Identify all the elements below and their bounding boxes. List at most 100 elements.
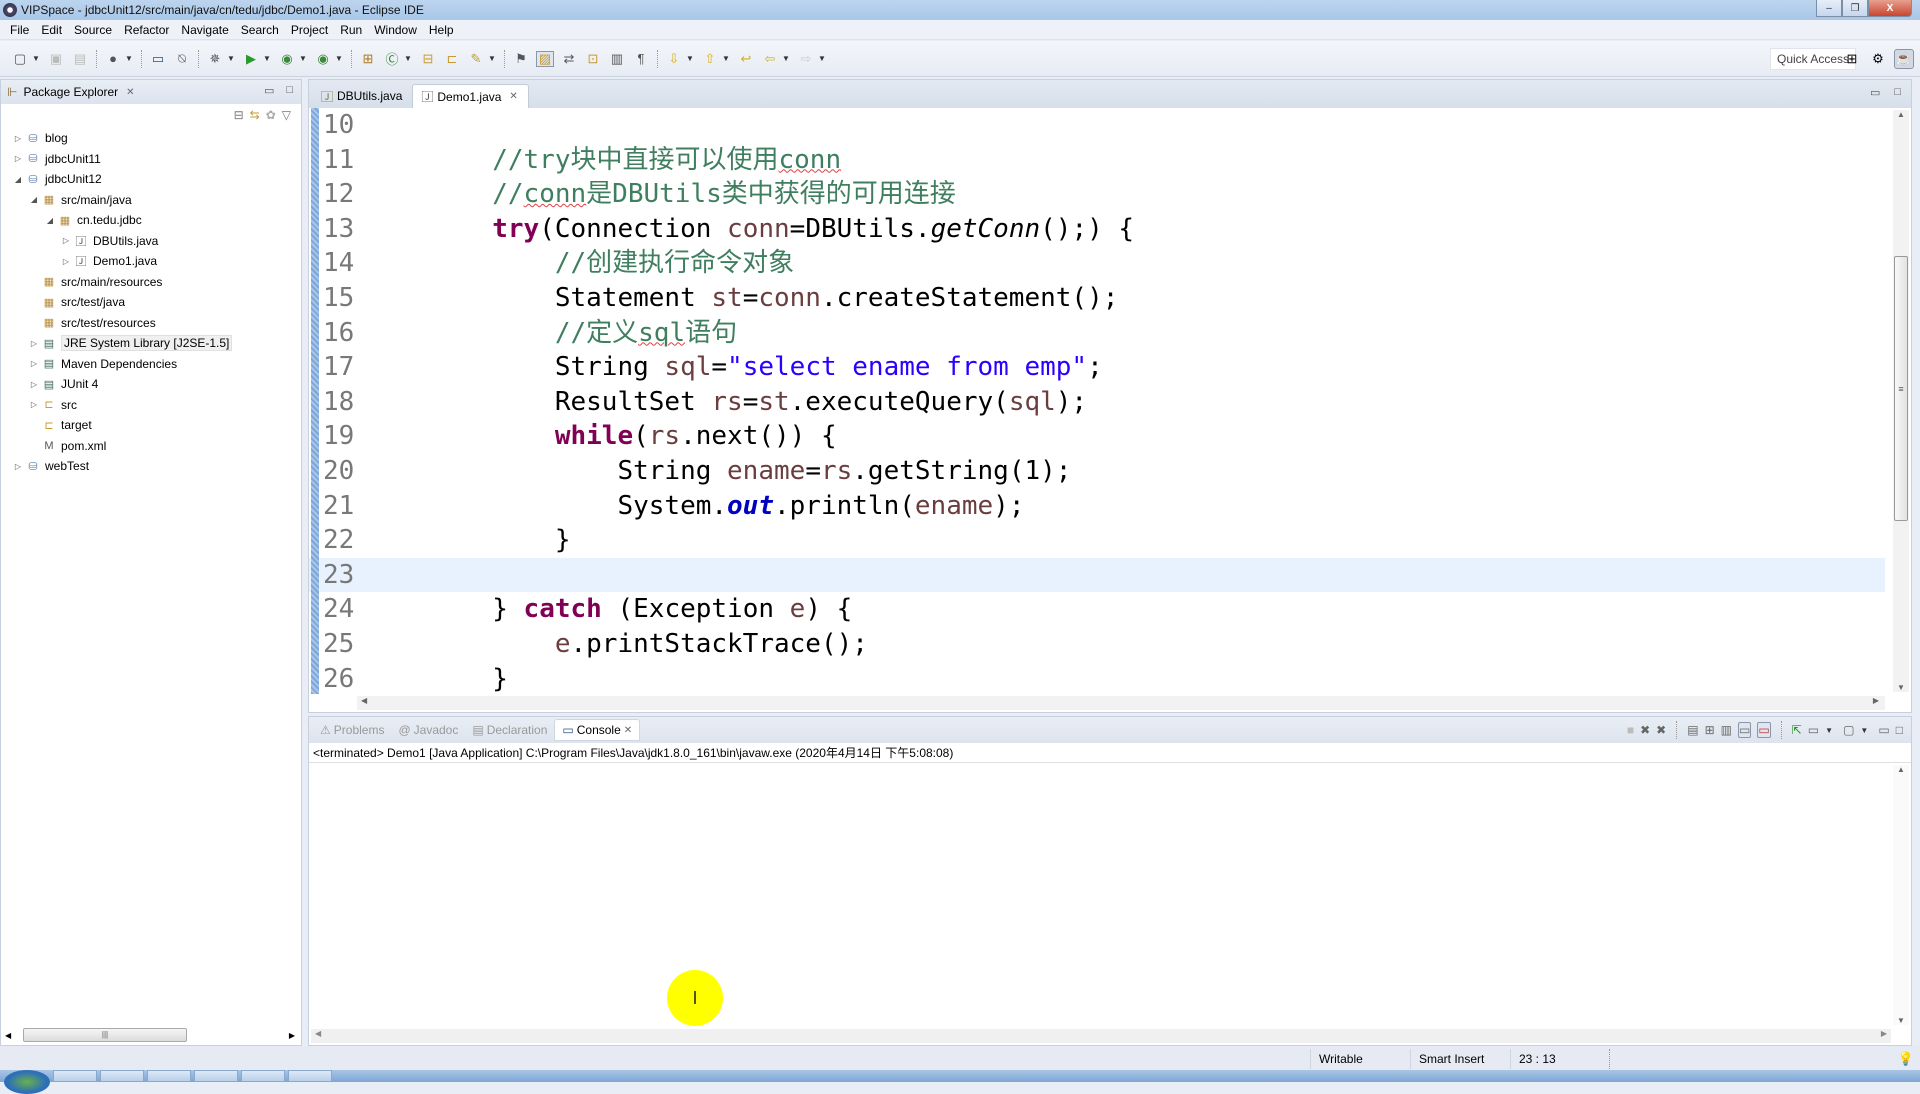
- previous-annotation-dropdown-icon[interactable]: ▼: [722, 54, 730, 63]
- scroll-left-icon[interactable]: ◀: [5, 1031, 11, 1040]
- code-line[interactable]: 22 }: [309, 523, 1885, 558]
- code-line[interactable]: 16 //定义sql语句: [309, 316, 1885, 351]
- maximize-editor-icon[interactable]: □: [1894, 86, 1901, 99]
- restore-button[interactable]: ❐: [1842, 0, 1868, 17]
- code-line[interactable]: 25 e.printStackTrace();: [309, 627, 1885, 662]
- word-wrap-icon[interactable]: ▥: [1721, 723, 1732, 737]
- expand-arrow-icon[interactable]: ▷: [13, 154, 23, 163]
- new-dropdown-icon[interactable]: ▼: [32, 54, 40, 63]
- expand-arrow-icon[interactable]: ▷: [61, 257, 71, 266]
- debug-icon[interactable]: ✵: [206, 51, 224, 67]
- expand-arrow-icon[interactable]: ▷: [13, 134, 23, 143]
- expand-arrow-icon[interactable]: ▷: [61, 236, 71, 245]
- close-tab-icon[interactable]: ✕: [509, 91, 517, 102]
- tree-item[interactable]: ▦ src/main/resources: [1, 272, 301, 293]
- code-line[interactable]: 19 while(rs.next()) {: [309, 419, 1885, 454]
- save-icon[interactable]: ▣: [47, 51, 65, 67]
- tab-demo1-java[interactable]: 🄹 Demo1.java ✕: [412, 84, 529, 108]
- open-console-icon[interactable]: ▢: [1843, 723, 1854, 737]
- debug-perspective-icon[interactable]: ⚙: [1868, 49, 1888, 69]
- maximize-view-icon[interactable]: □: [286, 84, 293, 97]
- back-icon[interactable]: ⇦: [761, 51, 779, 67]
- focus-icon[interactable]: ✿: [266, 108, 276, 122]
- tab-problems[interactable]: ⚠ Problems: [313, 719, 391, 741]
- external-tools-icon[interactable]: ◉: [314, 51, 332, 67]
- display-console-icon[interactable]: ▭: [1808, 723, 1819, 737]
- code-area[interactable]: 10 11 //try块中直接可以使用conn 12 //conn是DBUtils类…: [309, 108, 1885, 694]
- menu-file[interactable]: File: [4, 23, 35, 37]
- menu-help[interactable]: Help: [423, 23, 460, 37]
- code-line[interactable]: 24 } catch (Exception e) {: [309, 592, 1885, 627]
- terminal-icon[interactable]: ▭: [149, 51, 167, 67]
- code-line[interactable]: 15 Statement st=conn.createStatement();: [309, 281, 1885, 316]
- tab-console[interactable]: ▭ Console ✕: [554, 719, 641, 741]
- view-menu-icon[interactable]: ▽: [282, 108, 291, 122]
- coverage-dropdown-icon[interactable]: ▼: [299, 54, 307, 63]
- search-tool-icon[interactable]: ✎: [467, 51, 485, 67]
- tree-item[interactable]: ▷ 🄹 Demo1.java: [1, 251, 301, 272]
- back-dropdown-icon[interactable]: ▼: [782, 54, 790, 63]
- scroll-up-icon[interactable]: ▲: [1893, 110, 1909, 119]
- tree-item[interactable]: Mpom.xml: [1, 436, 301, 457]
- taskbar-item[interactable]: [53, 1070, 97, 1082]
- taskbar-item[interactable]: [147, 1070, 191, 1082]
- package-explorer-title[interactable]: Package Explorer: [23, 85, 118, 99]
- code-line[interactable]: 10: [309, 108, 1885, 143]
- tree-item[interactable]: ▷ 🄹 DBUtils.java: [1, 231, 301, 252]
- code-line[interactable]: 14 //创建执行命令对象: [309, 246, 1885, 281]
- scroll-right-icon[interactable]: ▶: [289, 1031, 295, 1040]
- collapse-arrow-icon[interactable]: ◢: [29, 195, 39, 204]
- pin-console-icon[interactable]: ⇱: [1792, 723, 1802, 737]
- expand-arrow-icon[interactable]: ▷: [29, 380, 39, 389]
- show-on-stdout-icon[interactable]: ▭: [1737, 722, 1752, 738]
- code-line[interactable]: 17 String sql="select ename from emp";: [309, 350, 1885, 385]
- java-perspective-icon[interactable]: ☕: [1894, 49, 1914, 69]
- tree-item[interactable]: ▷ ⛁ jdbcUnit11: [1, 149, 301, 170]
- code-line[interactable]: 23: [309, 557, 1885, 593]
- link-with-editor-icon[interactable]: ⇆: [250, 108, 260, 122]
- scroll-down-icon[interactable]: ▼: [1893, 1016, 1909, 1025]
- debug-dropdown-icon[interactable]: ▼: [227, 54, 235, 63]
- scroll-left-icon[interactable]: ◀: [361, 696, 367, 705]
- close-tab-icon[interactable]: ✕: [624, 725, 632, 736]
- code-line[interactable]: 26 }: [309, 662, 1885, 694]
- toggle-block-selection-icon[interactable]: ⊡: [584, 51, 602, 67]
- next-annotation-icon[interactable]: ⇩: [665, 51, 683, 67]
- open-console-dropdown-icon[interactable]: ▼: [1860, 726, 1868, 735]
- taskbar-item[interactable]: [241, 1070, 285, 1082]
- editor-vertical-scrollbar[interactable]: ▲ ≡ ▼: [1893, 110, 1909, 692]
- remove-all-terminated-icon[interactable]: ✖: [1656, 723, 1666, 737]
- taskbar-item[interactable]: [288, 1070, 332, 1082]
- new-java-package-icon[interactable]: ⊞: [359, 51, 377, 67]
- scroll-down-icon[interactable]: ▼: [1893, 683, 1909, 692]
- show-on-stderr-icon[interactable]: ▭: [1757, 722, 1771, 738]
- expand-arrow-icon[interactable]: ▷: [29, 339, 39, 348]
- code-line[interactable]: 20 String ename=rs.getString(1);: [309, 454, 1885, 489]
- code-line[interactable]: 12 //conn是DBUtils类中获得的可用连接: [309, 177, 1885, 212]
- remove-launch-icon[interactable]: ✖: [1640, 723, 1650, 737]
- code-line[interactable]: 11 //try块中直接可以使用conn: [309, 143, 1885, 178]
- scroll-right-icon[interactable]: ▶: [1873, 696, 1879, 705]
- tip-bulb-icon[interactable]: 💡: [1898, 1051, 1914, 1067]
- minimize-view-icon[interactable]: ▭: [1878, 723, 1889, 737]
- close-button[interactable]: X: [1868, 0, 1912, 17]
- scroll-lock-icon[interactable]: ⊞: [1705, 723, 1715, 737]
- tree-item[interactable]: ◢ ▦ src/main/java: [1, 190, 301, 211]
- editor-horizontal-scrollbar[interactable]: ◀ ▶: [357, 696, 1885, 710]
- tree-horizontal-scrollbar[interactable]: ◀ ||| ▶: [5, 1027, 297, 1043]
- toggle-annotation-icon[interactable]: ⚑: [512, 51, 530, 67]
- new-java-class-icon[interactable]: Ⓒ: [383, 51, 401, 67]
- external-tools-dropdown-icon[interactable]: ▼: [335, 54, 343, 63]
- minimize-button[interactable]: ‒: [1816, 0, 1842, 17]
- scroll-up-icon[interactable]: ▲: [1893, 765, 1909, 774]
- open-type-icon[interactable]: ⊟: [419, 51, 437, 67]
- show-whitespace-icon[interactable]: ▥: [608, 51, 626, 67]
- scroll-left-icon[interactable]: ◀: [315, 1029, 321, 1038]
- skip-breakpoints-icon[interactable]: ⍉: [173, 51, 191, 67]
- scrollbar-thumb[interactable]: ≡: [1894, 256, 1908, 521]
- start-button[interactable]: [4, 1070, 50, 1094]
- maximize-view-icon[interactable]: □: [1896, 723, 1903, 737]
- collapse-arrow-icon[interactable]: ◢: [45, 216, 55, 225]
- account-dropdown-icon[interactable]: ▼: [125, 54, 133, 63]
- open-folder-icon[interactable]: ⊏: [443, 51, 461, 67]
